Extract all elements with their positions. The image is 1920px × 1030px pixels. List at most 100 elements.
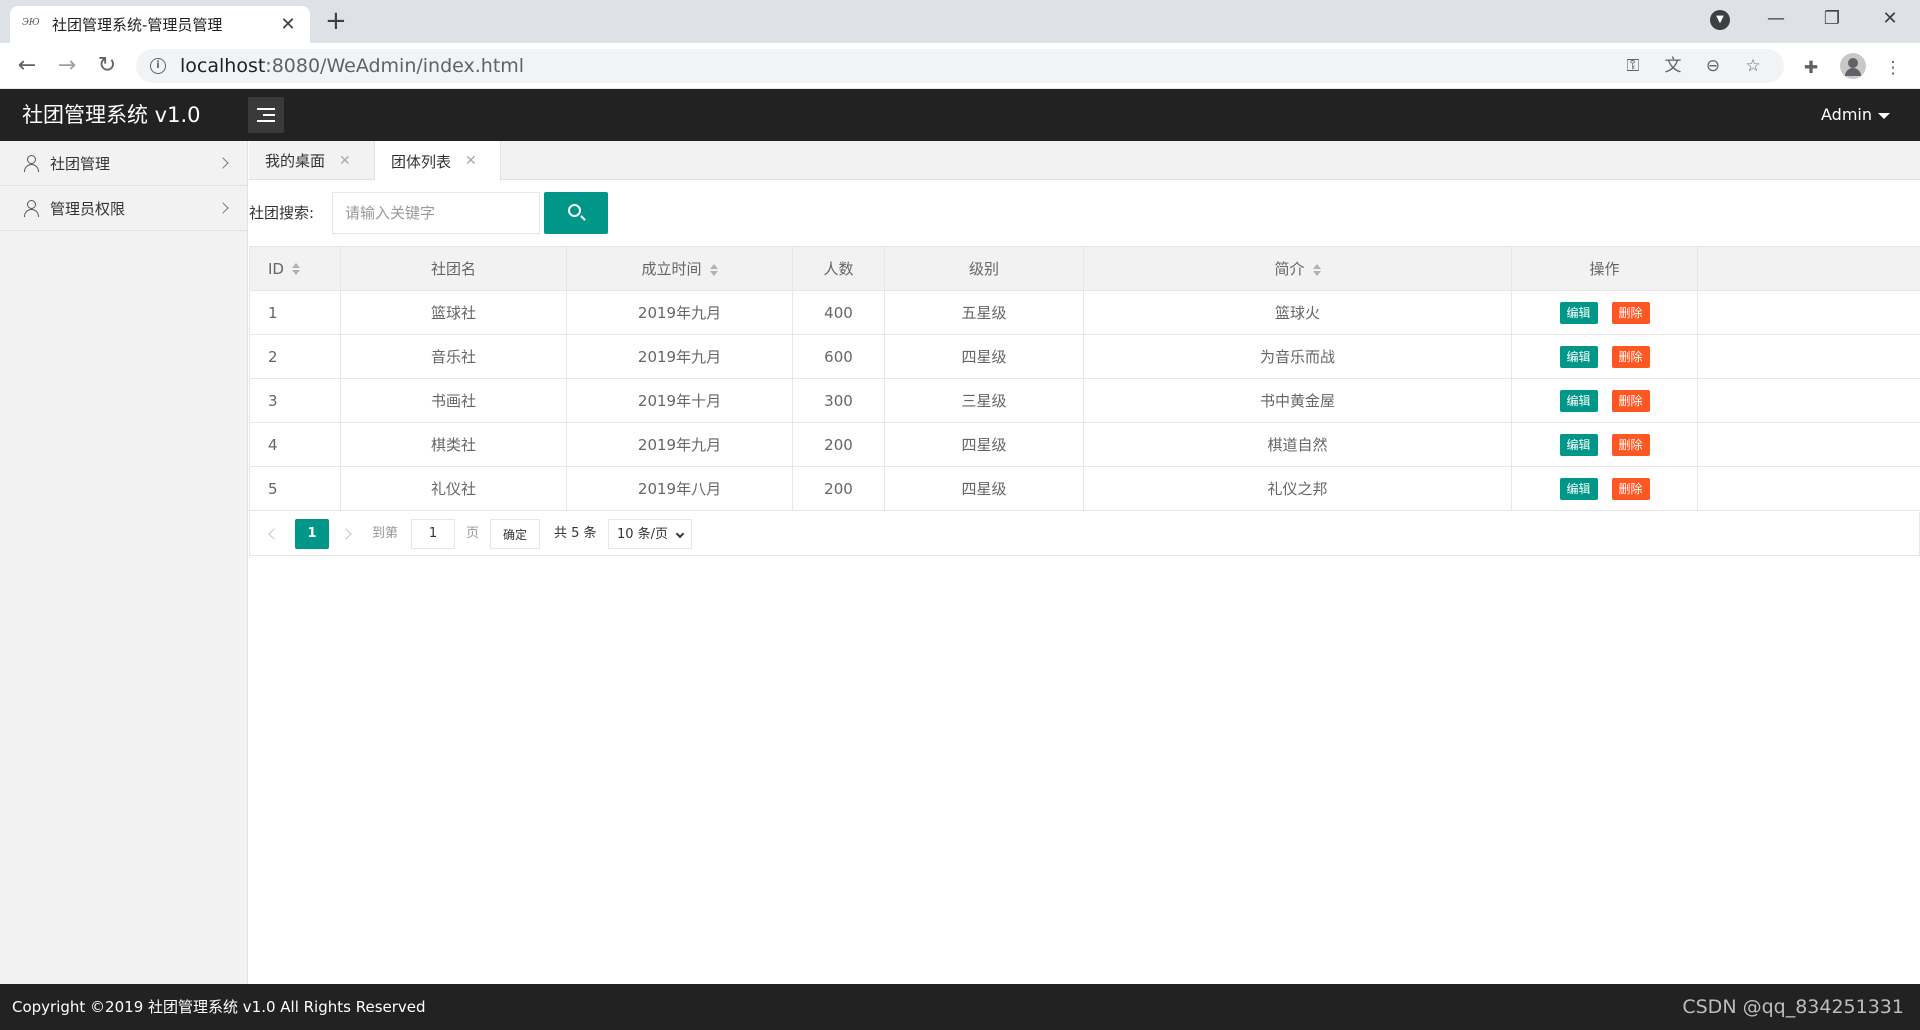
header-label: 操作: [1589, 260, 1620, 278]
cell-date: 2019年八月: [566, 466, 793, 511]
cell-empty: [1697, 466, 1920, 511]
cell-actions: 编辑 删除: [1511, 290, 1698, 335]
header-label: 成立时间: [641, 260, 702, 278]
close-icon[interactable]: ✕: [339, 153, 351, 169]
cell-level: 四星级: [884, 422, 1084, 467]
cell-name: 棋类社: [340, 422, 567, 467]
table-row: 2 音乐社 2019年九月 600 四星级 为音乐而战 编辑 删除: [249, 334, 1920, 379]
menu-toggle-icon[interactable]: [248, 97, 284, 133]
header-label: ID: [268, 259, 284, 278]
page-unit-label: 页: [466, 526, 480, 541]
address-bar[interactable]: i localhost:8080/WeAdmin/index.html ⚿ 文 …: [136, 49, 1784, 83]
back-icon[interactable]: ←: [12, 51, 42, 81]
delete-button[interactable]: 删除: [1611, 477, 1650, 500]
cell-count: 200: [792, 466, 885, 511]
site-info-icon[interactable]: i: [150, 58, 166, 74]
sidebar-item-label: 社团管理: [50, 154, 111, 173]
new-tab-icon[interactable]: +: [325, 6, 347, 36]
table-row: 5 礼仪社 2019年八月 200 四星级 礼仪之邦 编辑 删除: [249, 466, 1920, 511]
table-row: 4 棋类社 2019年九月 200 四星级 棋道自然 编辑 删除: [249, 422, 1920, 467]
sort-icon[interactable]: [291, 263, 300, 275]
cell-empty: [1697, 378, 1920, 423]
browser-tab-title: 社团管理系统-管理员管理: [52, 16, 223, 34]
forward-icon[interactable]: →: [52, 51, 82, 81]
edit-button[interactable]: 编辑: [1559, 301, 1598, 324]
browser-toolbar: ← → ↻ i localhost:8080/WeAdmin/index.htm…: [0, 43, 1920, 89]
caret-down-icon: [1878, 112, 1890, 119]
edit-button[interactable]: 编辑: [1559, 477, 1598, 500]
copyright-text: Copyright ©2019 社团管理系统 v1.0 All Rights R…: [12, 998, 426, 1016]
user-menu[interactable]: Admin: [1821, 89, 1890, 141]
zoom-icon[interactable]: ⊖: [1702, 55, 1724, 77]
favicon-icon: ЭЮ: [22, 17, 40, 28]
cell-intro: 棋道自然: [1083, 422, 1512, 467]
sort-icon[interactable]: [1312, 263, 1321, 276]
cell-id: 1: [249, 290, 341, 335]
column-header-empty: [1697, 246, 1920, 291]
next-page-icon[interactable]: [340, 528, 352, 540]
cell-actions: 编辑 删除: [1511, 422, 1698, 467]
tab-label: 我的桌面: [265, 152, 326, 170]
key-icon[interactable]: ⚿: [1622, 55, 1644, 77]
column-header-actions: 操作: [1511, 246, 1698, 291]
tab-search-icon[interactable]: ▼: [1710, 10, 1730, 30]
browser-tab[interactable]: ЭЮ 社团管理系统-管理员管理 ✕: [10, 6, 310, 43]
minimize-icon[interactable]: —: [1756, 4, 1796, 34]
browser-menu-icon[interactable]: ⋮: [1882, 57, 1904, 79]
cell-intro: 书中黄金屋: [1083, 378, 1512, 423]
url-text: localhost:8080/WeAdmin/index.html: [180, 55, 524, 77]
user-icon: [22, 154, 40, 172]
delete-button[interactable]: 删除: [1611, 389, 1650, 412]
sort-icon[interactable]: [709, 263, 718, 276]
delete-button[interactable]: 删除: [1611, 301, 1650, 324]
tab-group-list[interactable]: 团体列表 ✕: [375, 141, 501, 181]
delete-button[interactable]: 删除: [1611, 433, 1650, 456]
goto-confirm-button[interactable]: 确定: [490, 519, 540, 549]
edit-button[interactable]: 编辑: [1559, 389, 1598, 412]
window-close-icon[interactable]: ✕: [1870, 4, 1910, 34]
cell-count: 300: [792, 378, 885, 423]
sidebar-item-admin-permissions[interactable]: 管理员权限: [0, 186, 247, 231]
page-size-select[interactable]: 10 条/页: [608, 519, 692, 549]
cell-name: 书画社: [340, 378, 567, 423]
cell-intro: 为音乐而战: [1083, 334, 1512, 379]
goto-page-input[interactable]: [411, 519, 455, 549]
sidebar-item-club-management[interactable]: 社团管理: [0, 141, 247, 186]
column-header-intro[interactable]: 简介: [1083, 246, 1512, 291]
cell-level: 三星级: [884, 378, 1084, 423]
goto-label: 到第: [372, 526, 399, 541]
url-host: localhost: [180, 55, 266, 77]
table-row: 1 篮球社 2019年九月 400 五星级 篮球火 编辑 删除: [249, 290, 1920, 335]
maximize-icon[interactable]: ❐: [1812, 4, 1852, 34]
cell-count: 600: [792, 334, 885, 379]
extensions-icon[interactable]: ✚: [1800, 57, 1822, 79]
cell-name: 礼仪社: [340, 466, 567, 511]
column-header-id[interactable]: ID: [249, 246, 341, 291]
prev-page-icon[interactable]: [268, 528, 280, 540]
search-input[interactable]: [332, 192, 540, 234]
bookmark-star-icon[interactable]: ☆: [1742, 55, 1764, 77]
reload-icon[interactable]: ↻: [92, 51, 122, 81]
browser-tabstrip: ЭЮ 社团管理系统-管理员管理 ✕ + ▼ — ❐ ✕: [0, 0, 1920, 43]
watermark-text: CSDN @qq_834251331: [1682, 996, 1904, 1018]
close-tab-icon[interactable]: ✕: [278, 14, 298, 35]
search-button[interactable]: [544, 192, 608, 234]
tab-my-desktop[interactable]: 我的桌面 ✕: [249, 141, 375, 180]
cell-id: 5: [249, 466, 341, 511]
header-label: 简介: [1274, 260, 1305, 278]
page-current[interactable]: 1: [295, 519, 329, 549]
close-icon[interactable]: ✕: [465, 153, 477, 169]
profile-avatar-icon[interactable]: [1840, 53, 1866, 79]
header-label: 社团名: [430, 260, 476, 278]
translate-icon[interactable]: 文: [1662, 55, 1684, 77]
column-header-date[interactable]: 成立时间: [566, 246, 793, 291]
edit-button[interactable]: 编辑: [1559, 433, 1598, 456]
search-icon: [568, 204, 581, 217]
edit-button[interactable]: 编辑: [1559, 345, 1598, 368]
cell-name: 篮球社: [340, 290, 567, 335]
chevron-down-icon: [675, 529, 685, 539]
cell-actions: 编辑 删除: [1511, 334, 1698, 379]
table-row: 3 书画社 2019年十月 300 三星级 书中黄金屋 编辑 删除: [249, 378, 1920, 423]
chevron-right-icon: [217, 202, 229, 214]
delete-button[interactable]: 删除: [1611, 345, 1650, 368]
